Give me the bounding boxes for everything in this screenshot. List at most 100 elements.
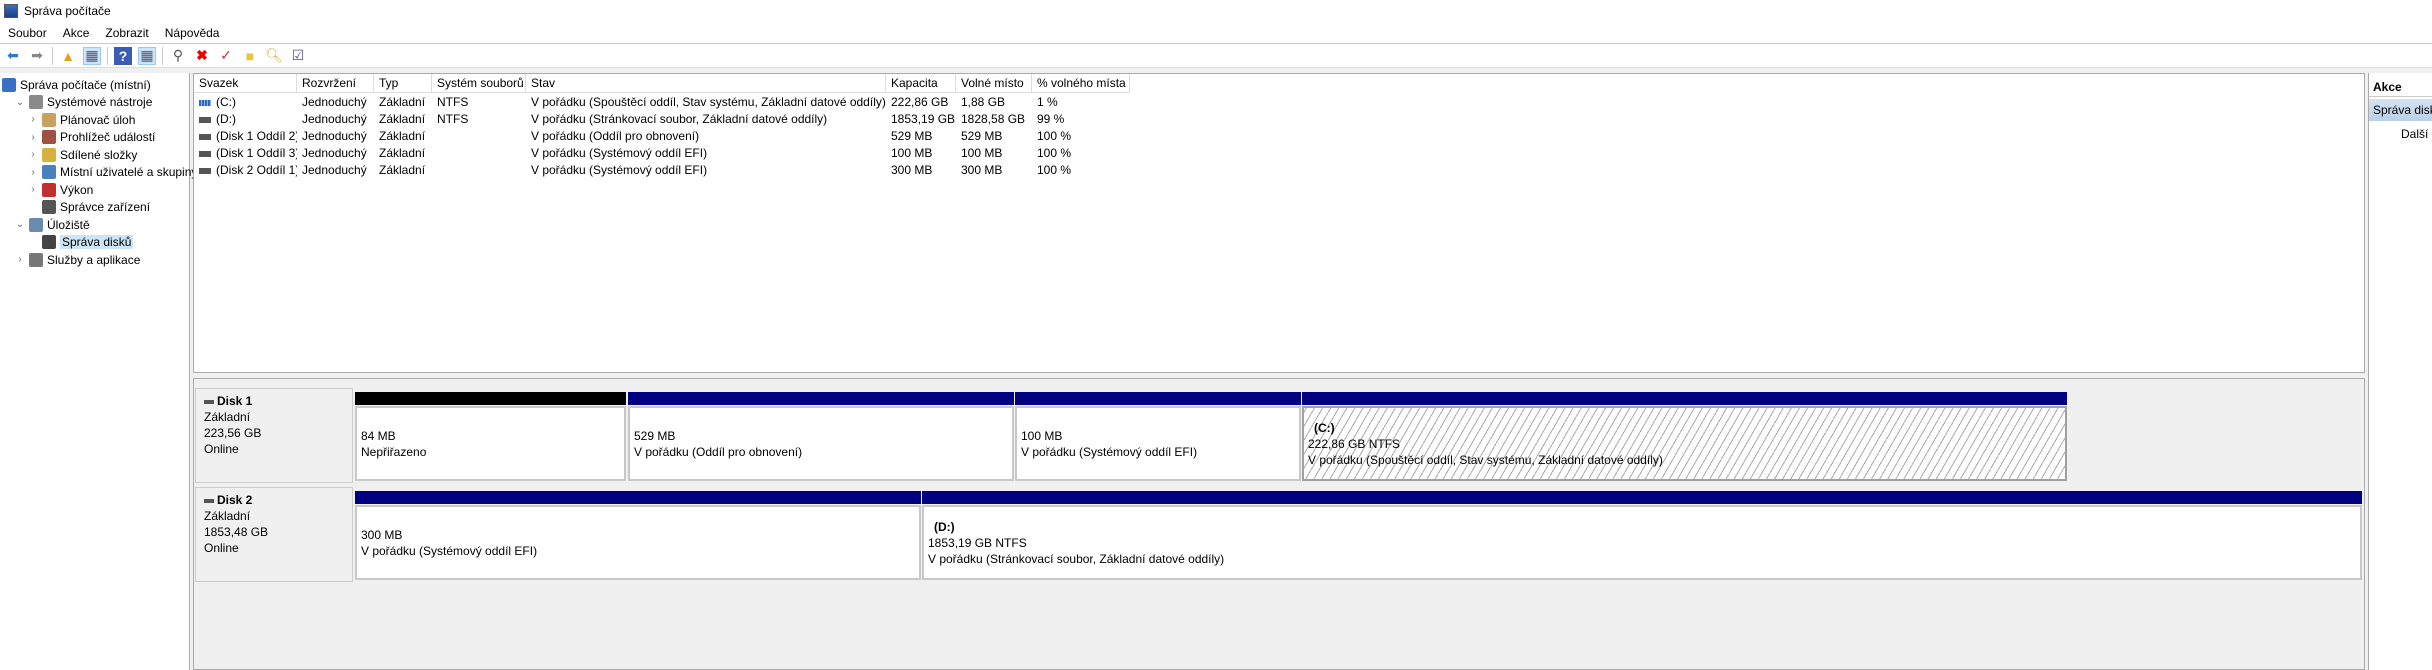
column-header[interactable]: Volné místo: [956, 74, 1032, 93]
help-icon[interactable]: ?: [114, 46, 132, 65]
volume-name-cell[interactable]: (Disk 1 Oddíl 3): [194, 145, 297, 162]
table-cell: 300 MB: [961, 163, 1003, 177]
disk-label[interactable]: Disk 2 Základní 1853,48 GB Online: [195, 487, 353, 582]
tree-item-label: Služby a aplikace: [47, 252, 141, 267]
delete-icon[interactable]: ✖: [193, 47, 211, 65]
volume-name: (C:): [216, 95, 236, 109]
volume-name-cell[interactable]: (C:): [194, 94, 297, 111]
new-folder-icon[interactable]: ■: [241, 47, 259, 65]
volume-name-cell[interactable]: (D:): [194, 111, 297, 128]
partition-title: (C:): [1314, 420, 1335, 435]
volume-name-cell[interactable]: (Disk 2 Oddíl 1): [194, 162, 297, 179]
column-header[interactable]: Svazek: [194, 74, 297, 93]
partition-box[interactable]: 100 MB V pořádku (Systémový oddíl EFI): [1015, 406, 1301, 481]
tree-node-icon: [42, 112, 56, 127]
connect-icon[interactable]: ⚲: [169, 47, 187, 65]
show-hide-action-icon[interactable]: ▦: [138, 46, 156, 65]
tree-item[interactable]: Správce zařízení: [28, 199, 150, 216]
menu-napoveda[interactable]: Nápověda: [165, 26, 220, 40]
column-header[interactable]: Stav: [526, 74, 886, 93]
checklist-icon[interactable]: ☑: [289, 47, 307, 65]
actions-section-disk-management[interactable]: Správa disků: [2369, 99, 2432, 121]
disk-label[interactable]: Disk 1 Základní 223,56 GB Online: [195, 388, 353, 483]
volume-name: (D:): [216, 112, 236, 126]
tree-item[interactable]: › Prohlížeč událostí: [28, 129, 155, 146]
actions-pane: Akce Správa disků Další akce: [2368, 73, 2432, 670]
column-header[interactable]: Typ: [374, 74, 432, 93]
forward-icon[interactable]: ➡: [28, 47, 46, 65]
partition[interactable]: 84 MB Nepřiřazeno: [355, 392, 626, 481]
disk-status: Online: [204, 442, 239, 456]
disk-name: Disk 2: [204, 492, 344, 508]
partition-box[interactable]: 529 MB V pořádku (Oddíl pro obnovení): [628, 406, 1014, 481]
menu-zobrazit[interactable]: Zobrazit: [105, 26, 148, 40]
menu-soubor[interactable]: Soubor: [8, 26, 47, 40]
partition-status: V pořádku (Oddíl pro obnovení): [634, 444, 803, 459]
volume-icon: [199, 116, 211, 123]
toolbar-separator: [52, 46, 53, 65]
table-cell: Základní: [379, 163, 426, 177]
column-header[interactable]: Systém souborů: [432, 74, 526, 93]
partition[interactable]: 300 MB V pořádku (Systémový oddíl EFI): [355, 491, 921, 580]
volume-icon: [199, 167, 211, 174]
toolbar-separator: [107, 46, 108, 65]
column-header[interactable]: Kapacita: [886, 74, 956, 93]
chevron-right-icon[interactable]: ›: [28, 167, 38, 178]
tree-item[interactable]: ⌄ Úložiště: [15, 216, 90, 233]
partition-size: 84 MB: [361, 428, 396, 443]
table-cell: Jednoduchý: [302, 129, 367, 143]
chevron-down-icon[interactable]: ⌄: [15, 97, 25, 108]
table-cell: NTFS: [437, 112, 469, 126]
partition-box[interactable]: (D:) 1853,19 GB NTFS V pořádku (Stránkovac…: [922, 505, 2362, 580]
column-header[interactable]: % volného místa: [1032, 74, 1130, 93]
partition-status: V pořádku (Systémový oddíl EFI): [1021, 444, 1198, 459]
up-folder-icon[interactable]: ▲: [59, 47, 77, 65]
tree-node-icon: [42, 235, 56, 249]
menu-akce[interactable]: Akce: [63, 26, 90, 40]
partition[interactable]: (D:) 1853,19 GB NTFS V pořádku (Stránkovac…: [922, 491, 2362, 580]
partition-box[interactable]: 300 MB V pořádku (Systémový oddíl EFI): [355, 505, 921, 580]
properties-icon[interactable]: ✓: [217, 47, 235, 65]
search-icon[interactable]: 🔍︎: [265, 47, 283, 65]
tree-item[interactable]: ⌄ Systémové nástroje: [15, 94, 152, 111]
tree-item[interactable]: › Výkon: [28, 181, 93, 198]
disk-size: 223,56 GB: [204, 426, 262, 440]
partition-bar: [1302, 392, 2067, 405]
volume-name-cell[interactable]: (Disk 1 Oddíl 2): [194, 128, 297, 145]
tree-item-label: Výkon: [60, 182, 94, 197]
chevron-right-icon[interactable]: ›: [28, 149, 38, 160]
tree-item[interactable]: › Místní uživatelé a skupiny: [28, 164, 197, 181]
chevron-right-icon[interactable]: ›: [28, 184, 38, 195]
chevron-right-icon[interactable]: ›: [15, 254, 25, 265]
column-header[interactable]: Rozvržení: [297, 74, 374, 93]
table-cell: 529 MB: [891, 129, 933, 143]
tree-item-label: Úložiště: [47, 217, 90, 232]
tree-item[interactable]: › Služby a aplikace: [15, 251, 140, 268]
more-actions[interactable]: Další akce: [2369, 123, 2432, 145]
volume-name: (Disk 2 Oddíl 1): [216, 163, 297, 177]
table-cell: Základní: [379, 112, 426, 126]
back-icon[interactable]: ⬅: [4, 47, 22, 65]
show-hide-tree-icon[interactable]: ▦: [83, 46, 101, 65]
chevron-down-icon[interactable]: ⌄: [15, 219, 25, 230]
tree-node-icon: [29, 95, 43, 109]
tree-item[interactable]: › Sdílené složky: [28, 146, 137, 163]
tree-item[interactable]: Správa disků: [28, 234, 134, 251]
partition-box[interactable]: 84 MB Nepřiřazeno: [355, 406, 626, 481]
table-cell: Jednoduchý: [302, 95, 367, 109]
table-cell: 100 %: [1037, 129, 1072, 143]
chevron-right-icon[interactable]: ›: [28, 132, 38, 143]
tree-item[interactable]: Správa počítače (místní): [2, 76, 151, 93]
tree-item-label: Prohlížeč událostí: [60, 130, 156, 144]
partition-box[interactable]: (C:) 222,86 GB NTFS V pořádku (Spouštěcí o…: [1302, 406, 2067, 481]
partition[interactable]: (C:) 222,86 GB NTFS V pořádku (Spouštěcí o…: [1302, 392, 2067, 481]
tree-item[interactable]: › Plánovač úloh: [28, 111, 135, 128]
partition[interactable]: 529 MB V pořádku (Oddíl pro obnovení): [628, 392, 1014, 481]
tree-node-icon: [42, 147, 56, 162]
partition-size: 100 MB: [1021, 428, 1063, 443]
disk-graphical-view: Disk 1 Základní 223,56 GB Online 84 MB Nepřiř…: [193, 378, 2365, 670]
partition[interactable]: 100 MB V pořádku (Systémový oddíl EFI): [1015, 392, 1301, 481]
disk-icon: [204, 498, 214, 503]
volume-icon: [199, 99, 211, 106]
chevron-right-icon[interactable]: ›: [28, 114, 38, 125]
